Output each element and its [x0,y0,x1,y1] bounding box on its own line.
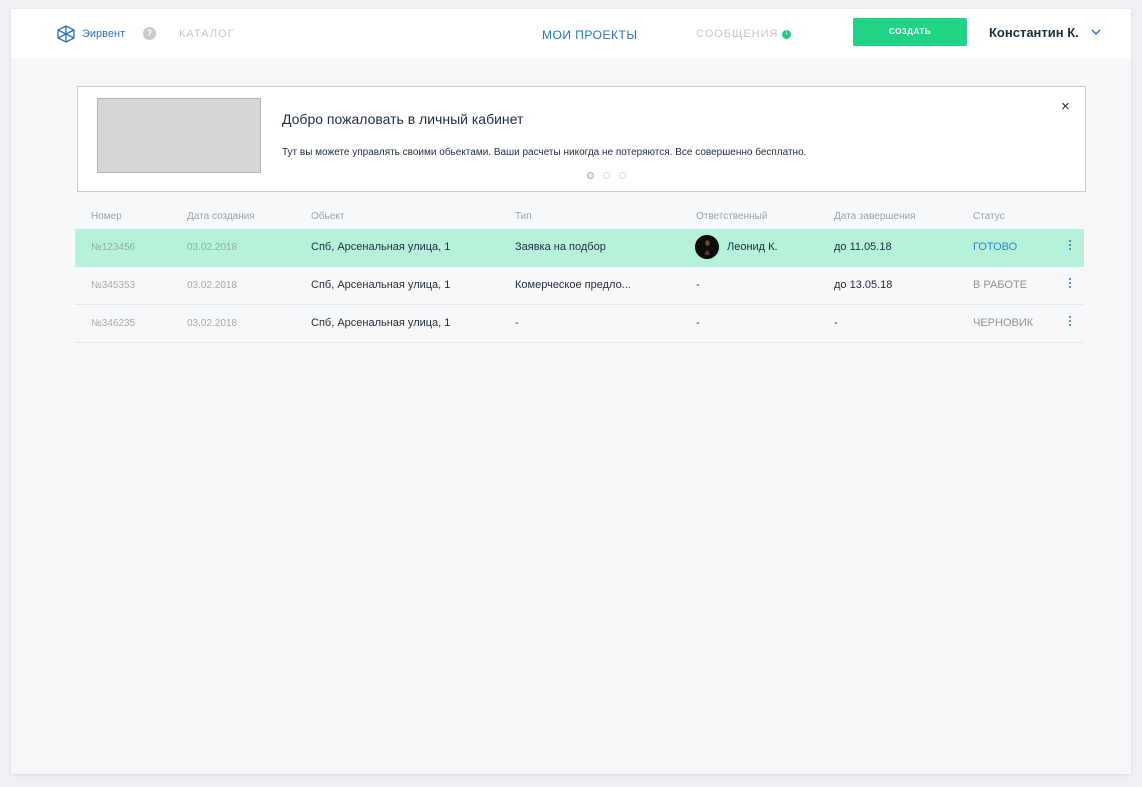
banner-title: Добро пожаловать в личный кабинет [282,111,524,127]
table-row[interactable]: №345353 03.02.2018 Спб, Арсенальная улиц… [75,267,1084,305]
row-number: №345353 [91,280,136,291]
row-type: Комерческое предло... [515,279,631,291]
kebab-menu-icon[interactable] [1068,278,1072,290]
column-header-created[interactable]: Дата создания [187,211,255,222]
row-created-date: 03.02.2018 [187,242,238,253]
row-type: Заявка на подбор [515,241,606,253]
brand-name: Эирвент [82,28,126,40]
banner-description: Тут вы можете управлять своими обьектами… [282,147,807,158]
table-header: Номер Дата создания Обьект Тип Ответстве… [75,205,1084,229]
status-badge: ГОТОВО [973,241,1018,253]
row-object: Спб, Арсенальная улица, 1 [311,279,451,291]
status-badge: В РАБОТЕ [973,279,1028,291]
row-due-date: до 13.05.18 [834,279,893,291]
nav-my-projects-link[interactable]: МОИ ПРОЕКТЫ [542,28,637,42]
table-row[interactable]: №123456 03.02.2018 Спб, Арсенальная улиц… [75,229,1084,267]
brand-logo[interactable]: Эирвент [55,24,125,44]
close-icon[interactable]: × [1061,99,1070,114]
row-due-date: - [834,317,838,329]
column-header-type[interactable]: Тип [515,211,532,222]
table-row[interactable]: №346235 03.02.2018 Спб, Арсенальная улиц… [75,305,1084,343]
projects-table: Номер Дата создания Обьект Тип Ответстве… [75,205,1084,343]
banner-image-placeholder [97,98,261,173]
column-header-number[interactable]: Номер [91,211,122,222]
row-responsible: Леонид К. [727,241,778,253]
kebab-menu-icon[interactable] [1068,316,1072,328]
row-object: Спб, Арсенальная улица, 1 [311,241,451,253]
row-responsible: - [696,279,700,291]
column-header-responsible[interactable]: Ответственный [696,211,767,222]
top-navbar: Эирвент ? КАТАЛОГ МОИ ПРОЕКТЫ СООБЩЕНИЯ … [11,9,1131,58]
nav-messages-label: СООБЩЕНИЯ [696,28,779,40]
kebab-menu-icon[interactable] [1068,240,1072,252]
column-header-due[interactable]: Дата завершения [834,211,916,222]
row-object: Спб, Арсенальная улица, 1 [311,317,451,329]
row-responsible: - [696,317,700,329]
logo-icon [57,25,75,43]
create-button[interactable]: СОЗДАТЬ [853,18,967,46]
carousel-dot[interactable] [603,172,610,179]
nav-messages-link[interactable]: СООБЩЕНИЯ ! [696,28,792,40]
row-number: №123456 [91,242,136,253]
chevron-down-icon[interactable] [1091,29,1101,36]
user-menu[interactable]: Константин К. [989,25,1079,40]
nav-catalog-link[interactable]: КАТАЛОГ [179,28,235,40]
column-header-status[interactable]: Статус [973,211,1005,222]
carousel-dots [587,172,626,179]
welcome-banner: Добро пожаловать в личный кабинет Тут вы… [77,86,1086,192]
row-number: №346235 [91,318,136,329]
row-created-date: 03.02.2018 [187,318,238,329]
row-created-date: 03.02.2018 [187,280,238,291]
status-badge: ЧЕРНОВИК [973,317,1034,329]
carousel-dot[interactable] [587,172,594,179]
help-icon[interactable]: ? [143,27,156,40]
column-header-object[interactable]: Обьект [311,211,344,222]
row-type: - [515,317,519,329]
avatar [695,235,719,259]
messages-badge: ! [782,29,792,39]
app-window: Эирвент ? КАТАЛОГ МОИ ПРОЕКТЫ СООБЩЕНИЯ … [11,9,1131,774]
carousel-dot[interactable] [619,172,626,179]
row-due-date: до 11.05.18 [834,241,892,253]
